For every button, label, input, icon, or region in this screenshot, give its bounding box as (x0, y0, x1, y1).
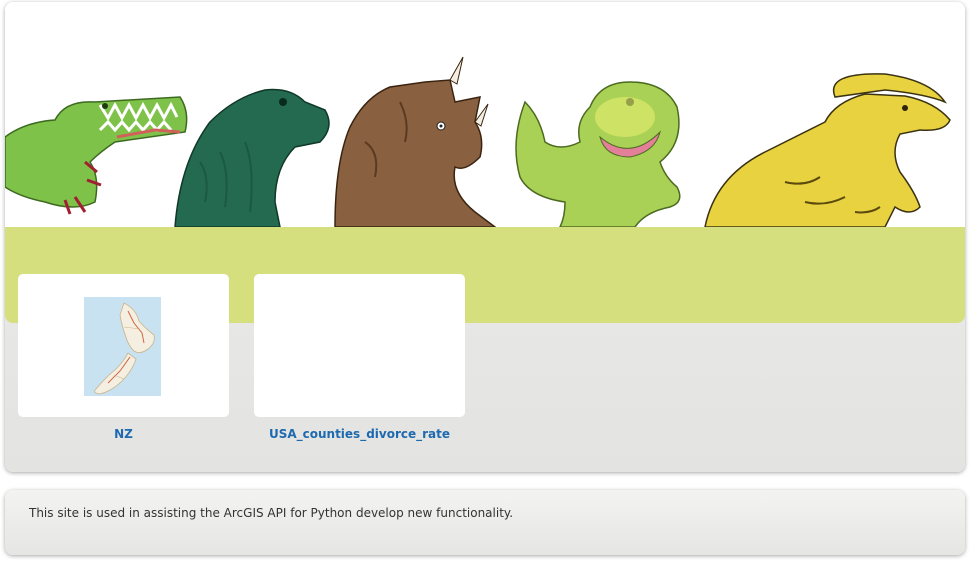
banner (5, 2, 965, 227)
new-zealand-map-icon (84, 297, 161, 396)
footer-description: This site is used in assisting the ArcGI… (29, 506, 514, 520)
gallery-card-nz[interactable] (18, 274, 229, 417)
green-dino-icon (5, 96, 188, 215)
triceratops-icon (334, 56, 497, 227)
gallery-item-title-usa-counties[interactable]: USA_counties_divorce_rate (254, 427, 465, 441)
dinosaur-illustrations-icon (5, 56, 951, 227)
gallery-item-title-nz[interactable]: NZ (18, 427, 229, 441)
yellow-dino-icon (704, 73, 951, 227)
footer-panel: This site is used in assisting the ArcGI… (5, 490, 965, 555)
gallery-card-usa-counties[interactable] (254, 274, 465, 417)
dark-green-dino-icon (174, 88, 330, 227)
light-green-dino-icon (515, 81, 681, 227)
